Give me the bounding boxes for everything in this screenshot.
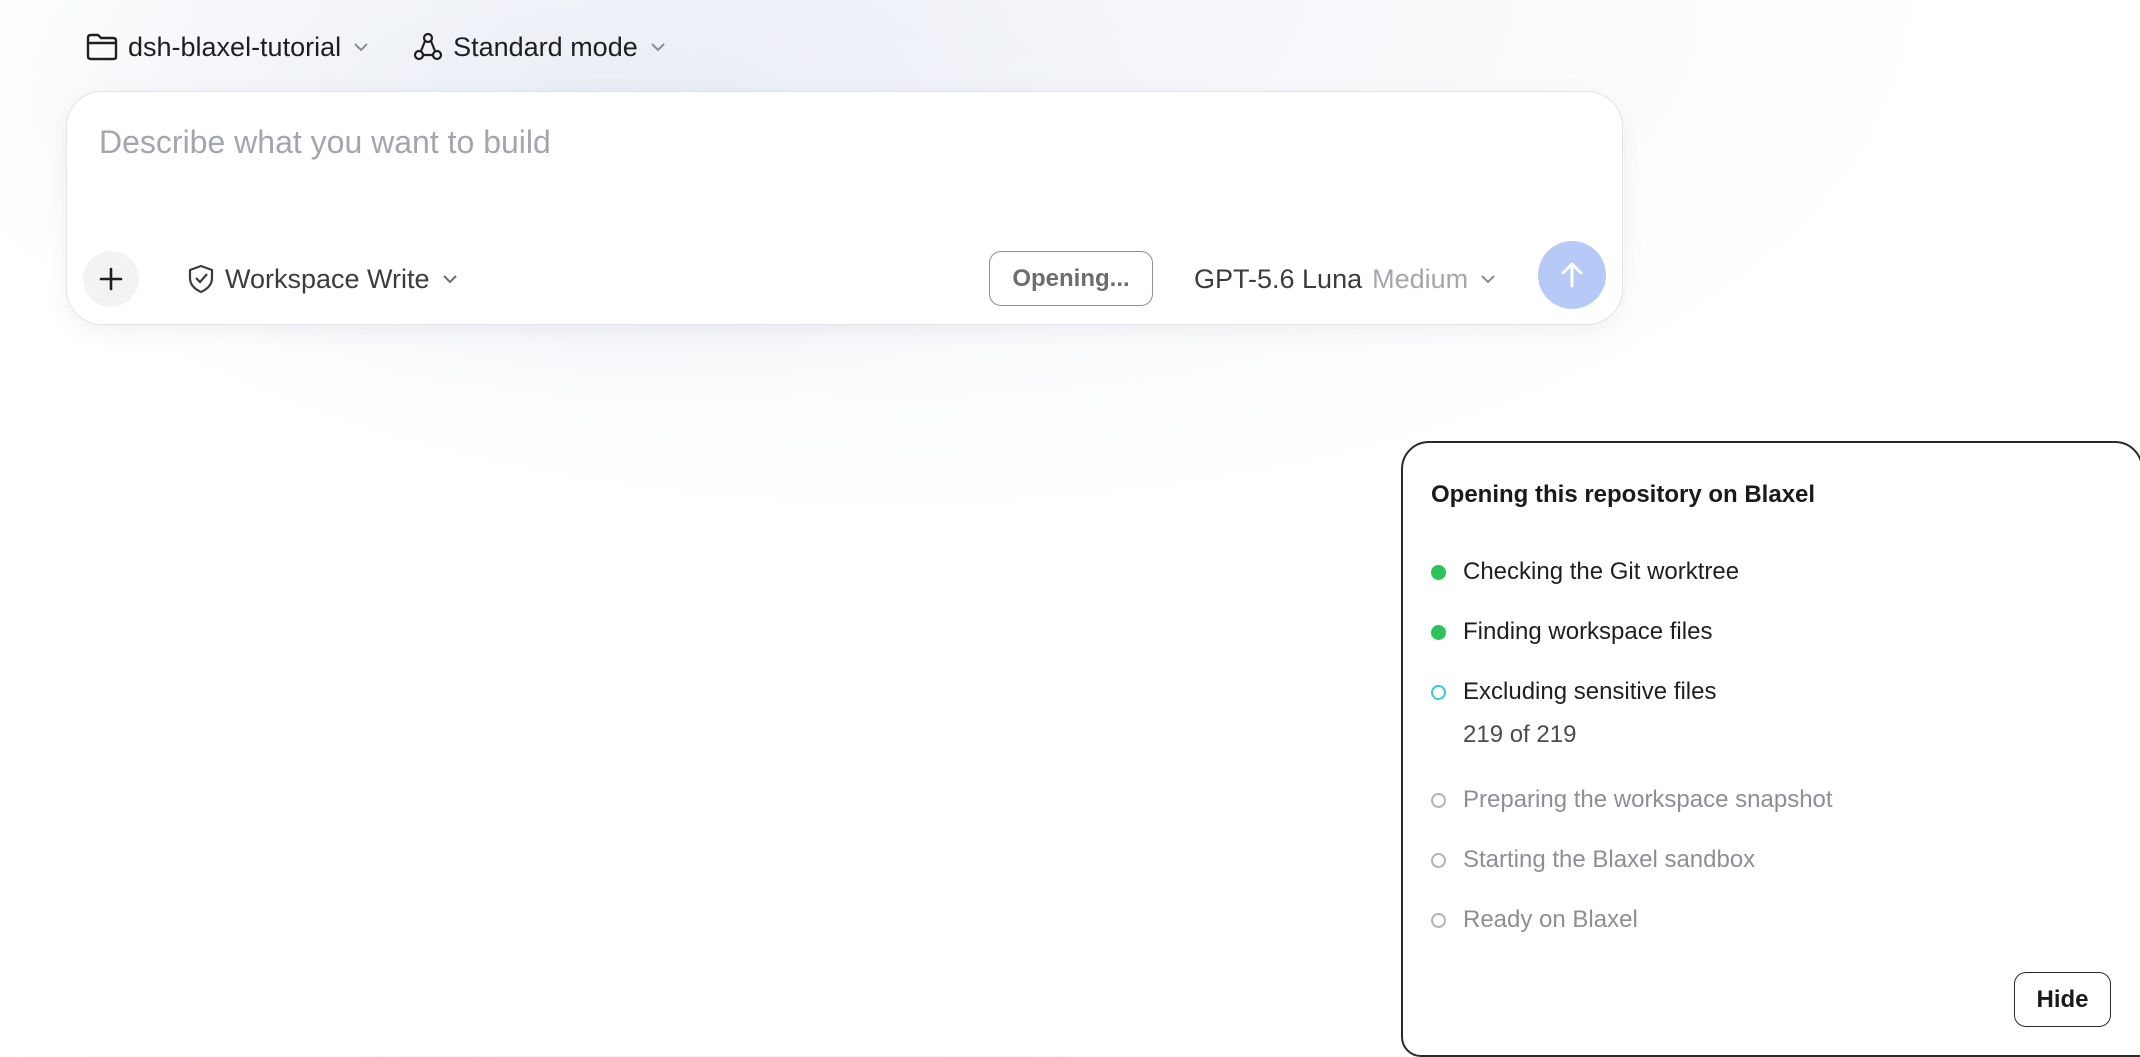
step-label: Checking the Git worktree [1463, 558, 1740, 585]
mode-label: Standard mode [453, 31, 638, 62]
model-selector[interactable]: GPT-5.6 Luna Medium [1194, 259, 1498, 299]
status-dot-active-icon [1431, 684, 1446, 700]
top-bar: dsh-blaxel-tutorial Standard mode [86, 26, 668, 68]
opening-status-button[interactable]: Opening... [989, 251, 1153, 306]
chevron-down-icon [442, 275, 457, 284]
chevron-down-icon [1481, 275, 1495, 284]
step-label: Finding workspace files [1463, 618, 1713, 645]
status-dot-pending-icon [1431, 852, 1446, 868]
repository-opening-panel: Opening this repository on Blaxel Checki… [1401, 441, 2140, 1057]
prompt-input[interactable]: Describe what you want to build [99, 124, 551, 161]
step-ready: Ready on Blaxel [1431, 906, 1638, 934]
step-label: Ready on Blaxel [1463, 906, 1638, 933]
step-preparing-snapshot: Preparing the workspace snapshot [1431, 786, 1833, 814]
prompt-composer: Describe what you want to build Workspac… [66, 91, 1623, 325]
step-label: Starting the Blaxel sandbox [1463, 846, 1756, 873]
folder-icon [86, 33, 118, 61]
shield-check-icon [188, 264, 214, 294]
mode-selector[interactable]: Standard mode [413, 32, 668, 63]
chevron-down-icon [651, 43, 665, 52]
project-selector[interactable]: dsh-blaxel-tutorial [86, 32, 371, 63]
permission-label: Workspace Write [225, 263, 430, 294]
send-button[interactable] [1538, 241, 1606, 309]
project-label: dsh-blaxel-tutorial [128, 31, 342, 62]
panel-title: Opening this repository on Blaxel [1431, 481, 1816, 508]
status-dot-pending-icon [1431, 912, 1446, 928]
step-label: Preparing the workspace snapshot [1463, 786, 1833, 813]
arrow-up-icon [1561, 262, 1583, 288]
model-name: GPT-5.6 Luna [1194, 263, 1363, 294]
add-attachment-button[interactable] [83, 251, 139, 307]
model-effort: Medium [1372, 263, 1469, 294]
nodes-icon [414, 32, 443, 61]
hide-button[interactable]: Hide [2014, 972, 2111, 1027]
step-excluding-sensitive: Excluding sensitive files [1431, 678, 1716, 706]
step-checking-git: Checking the Git worktree [1431, 558, 1739, 586]
status-dot-pending-icon [1431, 792, 1446, 808]
status-dot-done-icon [1431, 624, 1446, 640]
status-dot-done-icon [1431, 564, 1446, 580]
permission-selector[interactable]: Workspace Write [187, 259, 460, 299]
step-label: Excluding sensitive files [1463, 678, 1717, 705]
step-finding-files: Finding workspace files [1431, 618, 1712, 646]
step-starting-sandbox: Starting the Blaxel sandbox [1431, 846, 1755, 874]
plus-icon [99, 267, 123, 291]
chevron-down-icon [354, 43, 368, 52]
step-progress-count: 219 of 219 [1463, 721, 1577, 748]
